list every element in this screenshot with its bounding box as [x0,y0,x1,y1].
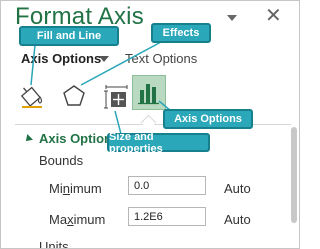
minimum-label: Minimum [49,181,102,196]
callout-axis-options: Axis Options [163,109,253,129]
fill-and-line-icon[interactable] [17,81,47,111]
tab-axis-options[interactable]: Axis Options [21,51,101,66]
callout-effects: Effects [151,23,211,43]
pane-options-dropdown-icon[interactable] [227,15,237,21]
bounds-heading: Bounds [39,153,84,168]
axis-options-icon[interactable] [132,75,166,110]
effects-icon[interactable] [59,81,89,111]
close-icon[interactable]: ✕ [265,6,282,26]
maximum-auto-button[interactable]: Auto [224,212,251,227]
units-heading: Units [39,239,69,249]
minimum-auto-button[interactable]: Auto [224,181,251,196]
collapse-triangle-icon[interactable] [23,134,33,144]
chevron-down-icon[interactable] [99,56,109,62]
maximum-input[interactable] [128,207,206,226]
scrollbar[interactable] [291,127,297,223]
selected-tab-pointer [140,114,157,131]
maximum-label: Maximum [49,212,106,227]
format-axis-pane: Format Axis ✕ Axis Options Text Options [0,0,300,249]
callout-size-and-properties: Size and properties [107,131,210,155]
callout-fill-and-line: Fill and Line [19,26,119,46]
tab-text-options[interactable]: Text Options [125,51,197,66]
size-and-properties-icon[interactable] [101,81,131,111]
minimum-input[interactable] [128,176,206,195]
